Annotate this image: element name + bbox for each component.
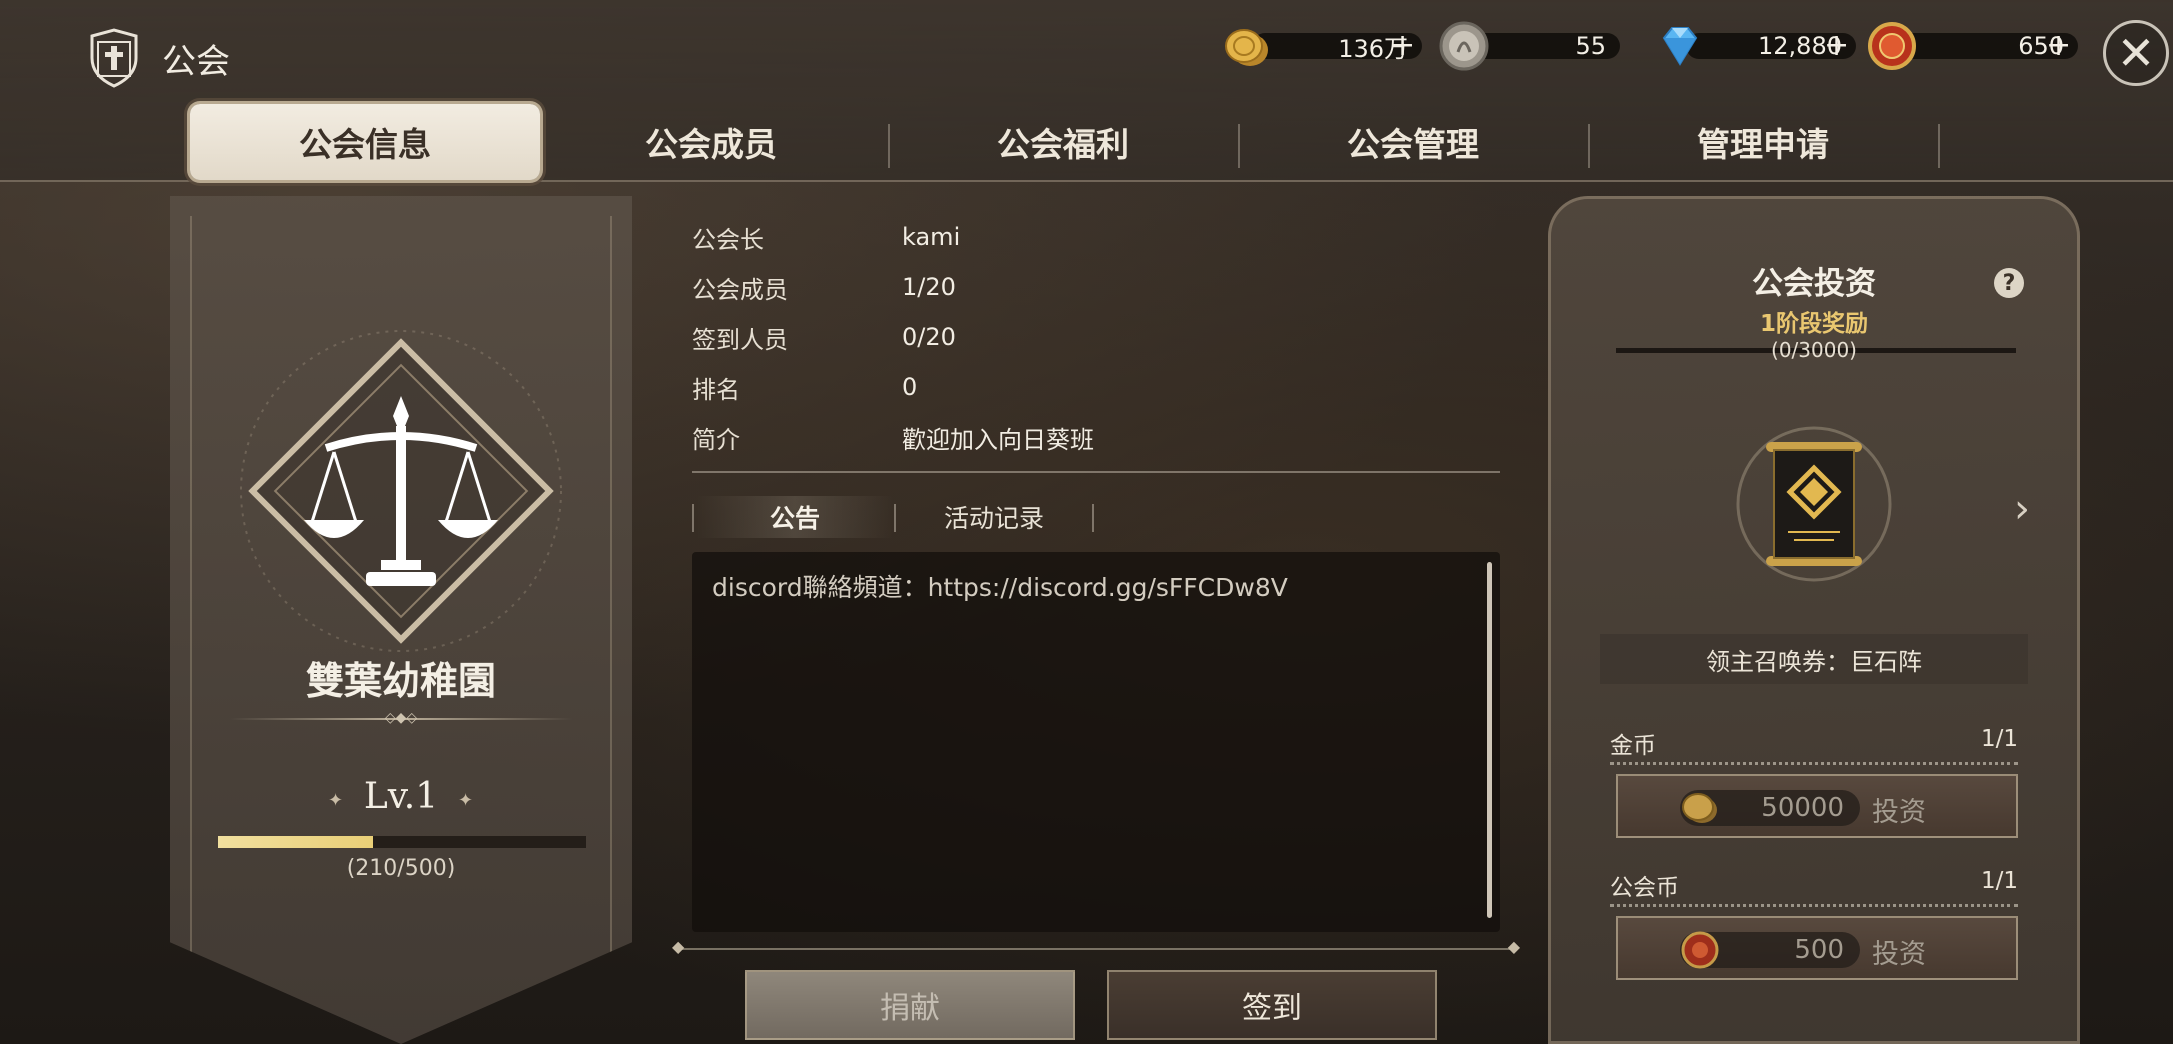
close-icon: ✕ <box>2116 26 2156 80</box>
xp-bar <box>218 836 586 848</box>
subtab-divider <box>692 504 694 532</box>
guild-info-list: 公会长 kami 公会成员 1/20 签到人员 0/20 排名 0 简介 歡迎加… <box>692 212 1502 462</box>
info-label: 简介 <box>692 425 740 454</box>
gold-invest-label: 投资 <box>1872 797 1926 828</box>
guild-banner: 雙葉幼稚園 ◇◆◇ ✦ Lv.1 ✦ (210/500) <box>170 196 632 1044</box>
gold-invest-button[interactable]: 50000 投资 <box>1616 774 2018 838</box>
page-title: 公会 <box>162 41 230 82</box>
subtab-announcement[interactable]: 公告 <box>696 496 894 538</box>
guild-coin-icon <box>1868 22 1916 70</box>
reward-name: 领主召唤券：巨石阵 <box>1600 634 2028 684</box>
sign-in-button[interactable]: 签到 <box>1107 970 1437 1040</box>
summon-scroll-icon[interactable] <box>1734 424 1894 584</box>
donate-button[interactable]: 捐献 <box>745 970 1075 1040</box>
close-button[interactable]: ✕ <box>2103 20 2169 86</box>
info-row-members: 公会成员 1/20 <box>692 262 1502 312</box>
xp-bar-fill <box>218 836 373 848</box>
tab-guild-info[interactable]: 公会信息 <box>190 104 540 180</box>
currency-guild-coin[interactable]: 650 + <box>1866 22 2078 70</box>
info-label: 公会成员 <box>692 275 788 304</box>
info-divider <box>692 471 1500 473</box>
gold-investment-count: 1/1 <box>1980 726 2018 752</box>
guild-coin-invest-button[interactable]: 500 投资 <box>1616 916 2018 980</box>
diamond-icon <box>1662 27 1698 66</box>
guild-header: 公会 <box>84 28 230 88</box>
divider-ornament-icon: ◇◆◇ <box>384 710 418 726</box>
info-row-leader: 公会长 kami <box>692 212 1502 262</box>
tab-guild-benefits[interactable]: 公会福利 <box>888 104 1238 180</box>
guild-level: Lv.1 <box>363 776 439 817</box>
info-label: 排名 <box>692 375 740 404</box>
xp-text: (210/500) <box>346 856 456 881</box>
info-value: 0 <box>902 373 918 401</box>
tab-divider <box>1938 124 1940 168</box>
gold-add-icon[interactable]: + <box>1390 31 1415 61</box>
main-tabs: 公会信息 公会成员 公会福利 公会管理 管理申请 <box>186 104 1942 180</box>
info-row-intro: 简介 歡迎加入向日葵班 <box>692 412 1502 462</box>
gold-coin-icon <box>1682 793 1717 823</box>
announcement-scrollbar[interactable] <box>1487 562 1492 918</box>
tab-guild-members[interactable]: 公会成员 <box>536 104 886 180</box>
next-reward-chevron-icon[interactable]: › <box>2014 486 2030 532</box>
notice-bottom-divider <box>672 937 1520 956</box>
announcement-box[interactable]: discord聯絡頻道：https://discord.gg/sFFCDw8V <box>692 552 1500 932</box>
notice-subtabs: 公告 活动记录 <box>692 496 1094 538</box>
level-star-icon: ✦ <box>458 790 474 811</box>
currency-diamond[interactable]: 12,880 + <box>1654 24 1856 68</box>
guild-coin-investment-label: 公会币 <box>1610 875 1679 901</box>
gold-investment-label: 金币 <box>1610 733 1656 759</box>
scales-emblem-icon <box>240 330 562 652</box>
currency-gold[interactable]: 136万 + <box>1220 24 1422 68</box>
guild-coin-invest-label: 投资 <box>1872 939 1926 970</box>
subtab-activity-log[interactable]: 活动记录 <box>896 496 1092 538</box>
tab-management-requests[interactable]: 管理申请 <box>1588 104 1938 180</box>
diamond-add-icon[interactable]: + <box>1824 31 1849 61</box>
guild-coin-icon <box>1681 931 1719 969</box>
guild-coin-investment-count: 1/1 <box>1980 868 2018 894</box>
silver-amount: 55 <box>1470 32 1620 60</box>
guild-name: 雙葉幼稚園 <box>305 659 496 703</box>
info-row-rank: 排名 0 <box>692 362 1502 412</box>
info-value: 0/20 <box>902 323 956 351</box>
tab-guild-management[interactable]: 公会管理 <box>1238 104 1588 180</box>
info-label: 签到人员 <box>692 325 788 354</box>
help-icon[interactable]: ? <box>1994 268 2024 298</box>
info-label: 公会长 <box>692 225 764 254</box>
silver-coin-icon <box>1439 21 1489 71</box>
info-value: 1/20 <box>902 273 956 301</box>
dotted-divider <box>1610 762 2018 765</box>
announcement-text: discord聯絡頻道：https://discord.gg/sFFCDw8V <box>712 573 1288 602</box>
gold-coin-icon <box>1225 29 1268 66</box>
investment-progress-text: (0/3000) <box>1771 338 1857 362</box>
guild-coin-add-icon[interactable]: + <box>2046 31 2071 61</box>
info-value: 歡迎加入向日葵班 <box>902 425 1094 454</box>
currency-silver[interactable]: 55 <box>1438 21 1620 71</box>
info-row-signed-in: 签到人员 0/20 <box>692 312 1502 362</box>
subtab-divider <box>1092 504 1094 532</box>
investment-stage: 1阶段奖励 <box>1759 311 1868 337</box>
info-value: kami <box>902 223 961 251</box>
dotted-divider <box>1610 904 2018 907</box>
guild-shield-icon <box>90 28 138 88</box>
guild-investment-panel: 公会投资 ? 1阶段奖励 (0/3000) › 领主召唤券：巨石阵 金币 1/1… <box>1548 196 2080 1044</box>
